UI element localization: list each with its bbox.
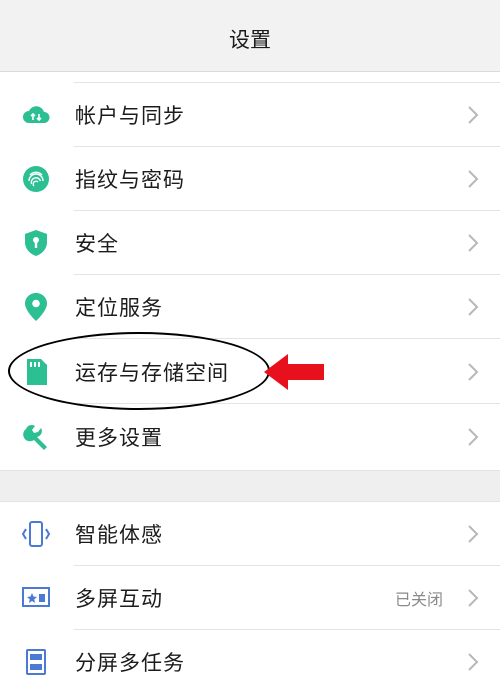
- header-bar: 设置: [0, 0, 500, 72]
- item-label: 运存与存储空间: [75, 361, 229, 385]
- item-label: 智能体感: [75, 523, 163, 547]
- settings-item-smart-motion[interactable]: 智能体感: [0, 502, 500, 566]
- screen-cast-icon: [20, 582, 52, 614]
- item-label: 指纹与密码: [75, 168, 185, 192]
- item-label: 分屏多任务: [75, 651, 185, 675]
- settings-item-security[interactable]: 安全: [0, 211, 500, 275]
- settings-item-split-screen[interactable]: 分屏多任务: [0, 630, 500, 694]
- chevron-right-icon: [468, 589, 479, 607]
- sd-card-icon: [20, 356, 52, 388]
- item-label: 定位服务: [75, 296, 163, 320]
- page-title: 设置: [229, 28, 271, 52]
- chevron-right-icon: [468, 525, 479, 543]
- settings-item-fingerprint-password[interactable]: 指纹与密码: [0, 147, 500, 211]
- fingerprint-icon: [20, 163, 52, 195]
- settings-item-account-sync[interactable]: 帐户与同步: [0, 83, 500, 147]
- settings-item-location-service[interactable]: 定位服务: [0, 275, 500, 339]
- item-label: 帐户与同步: [75, 104, 185, 128]
- chevron-right-icon: [468, 170, 479, 188]
- chevron-right-icon: [468, 298, 479, 316]
- settings-item-multi-screen[interactable]: 多屏互动 已关闭: [0, 566, 500, 630]
- chevron-right-icon: [468, 428, 479, 446]
- section-separator: [0, 470, 500, 502]
- chevron-right-icon: [468, 106, 479, 124]
- location-pin-icon: [20, 291, 52, 323]
- divider: [74, 403, 500, 404]
- red-arrow-icon: [264, 354, 324, 390]
- phone-motion-icon: [20, 518, 52, 550]
- item-label: 更多设置: [75, 426, 163, 450]
- settings-item-ram-storage[interactable]: 运存与存储空间: [0, 340, 500, 404]
- chevron-right-icon: [468, 234, 479, 252]
- shield-icon: [20, 227, 52, 259]
- wrench-icon: [20, 421, 52, 453]
- item-label: 多屏互动: [75, 587, 163, 611]
- status-text: 已关闭: [394, 590, 443, 609]
- settings-item-more-settings[interactable]: 更多设置: [0, 405, 500, 469]
- divider: [74, 338, 500, 339]
- chevron-right-icon: [468, 363, 479, 381]
- cloud-sync-icon: [20, 99, 52, 131]
- item-label: 安全: [75, 232, 119, 256]
- chevron-right-icon: [468, 653, 479, 671]
- split-screen-icon: [20, 646, 52, 678]
